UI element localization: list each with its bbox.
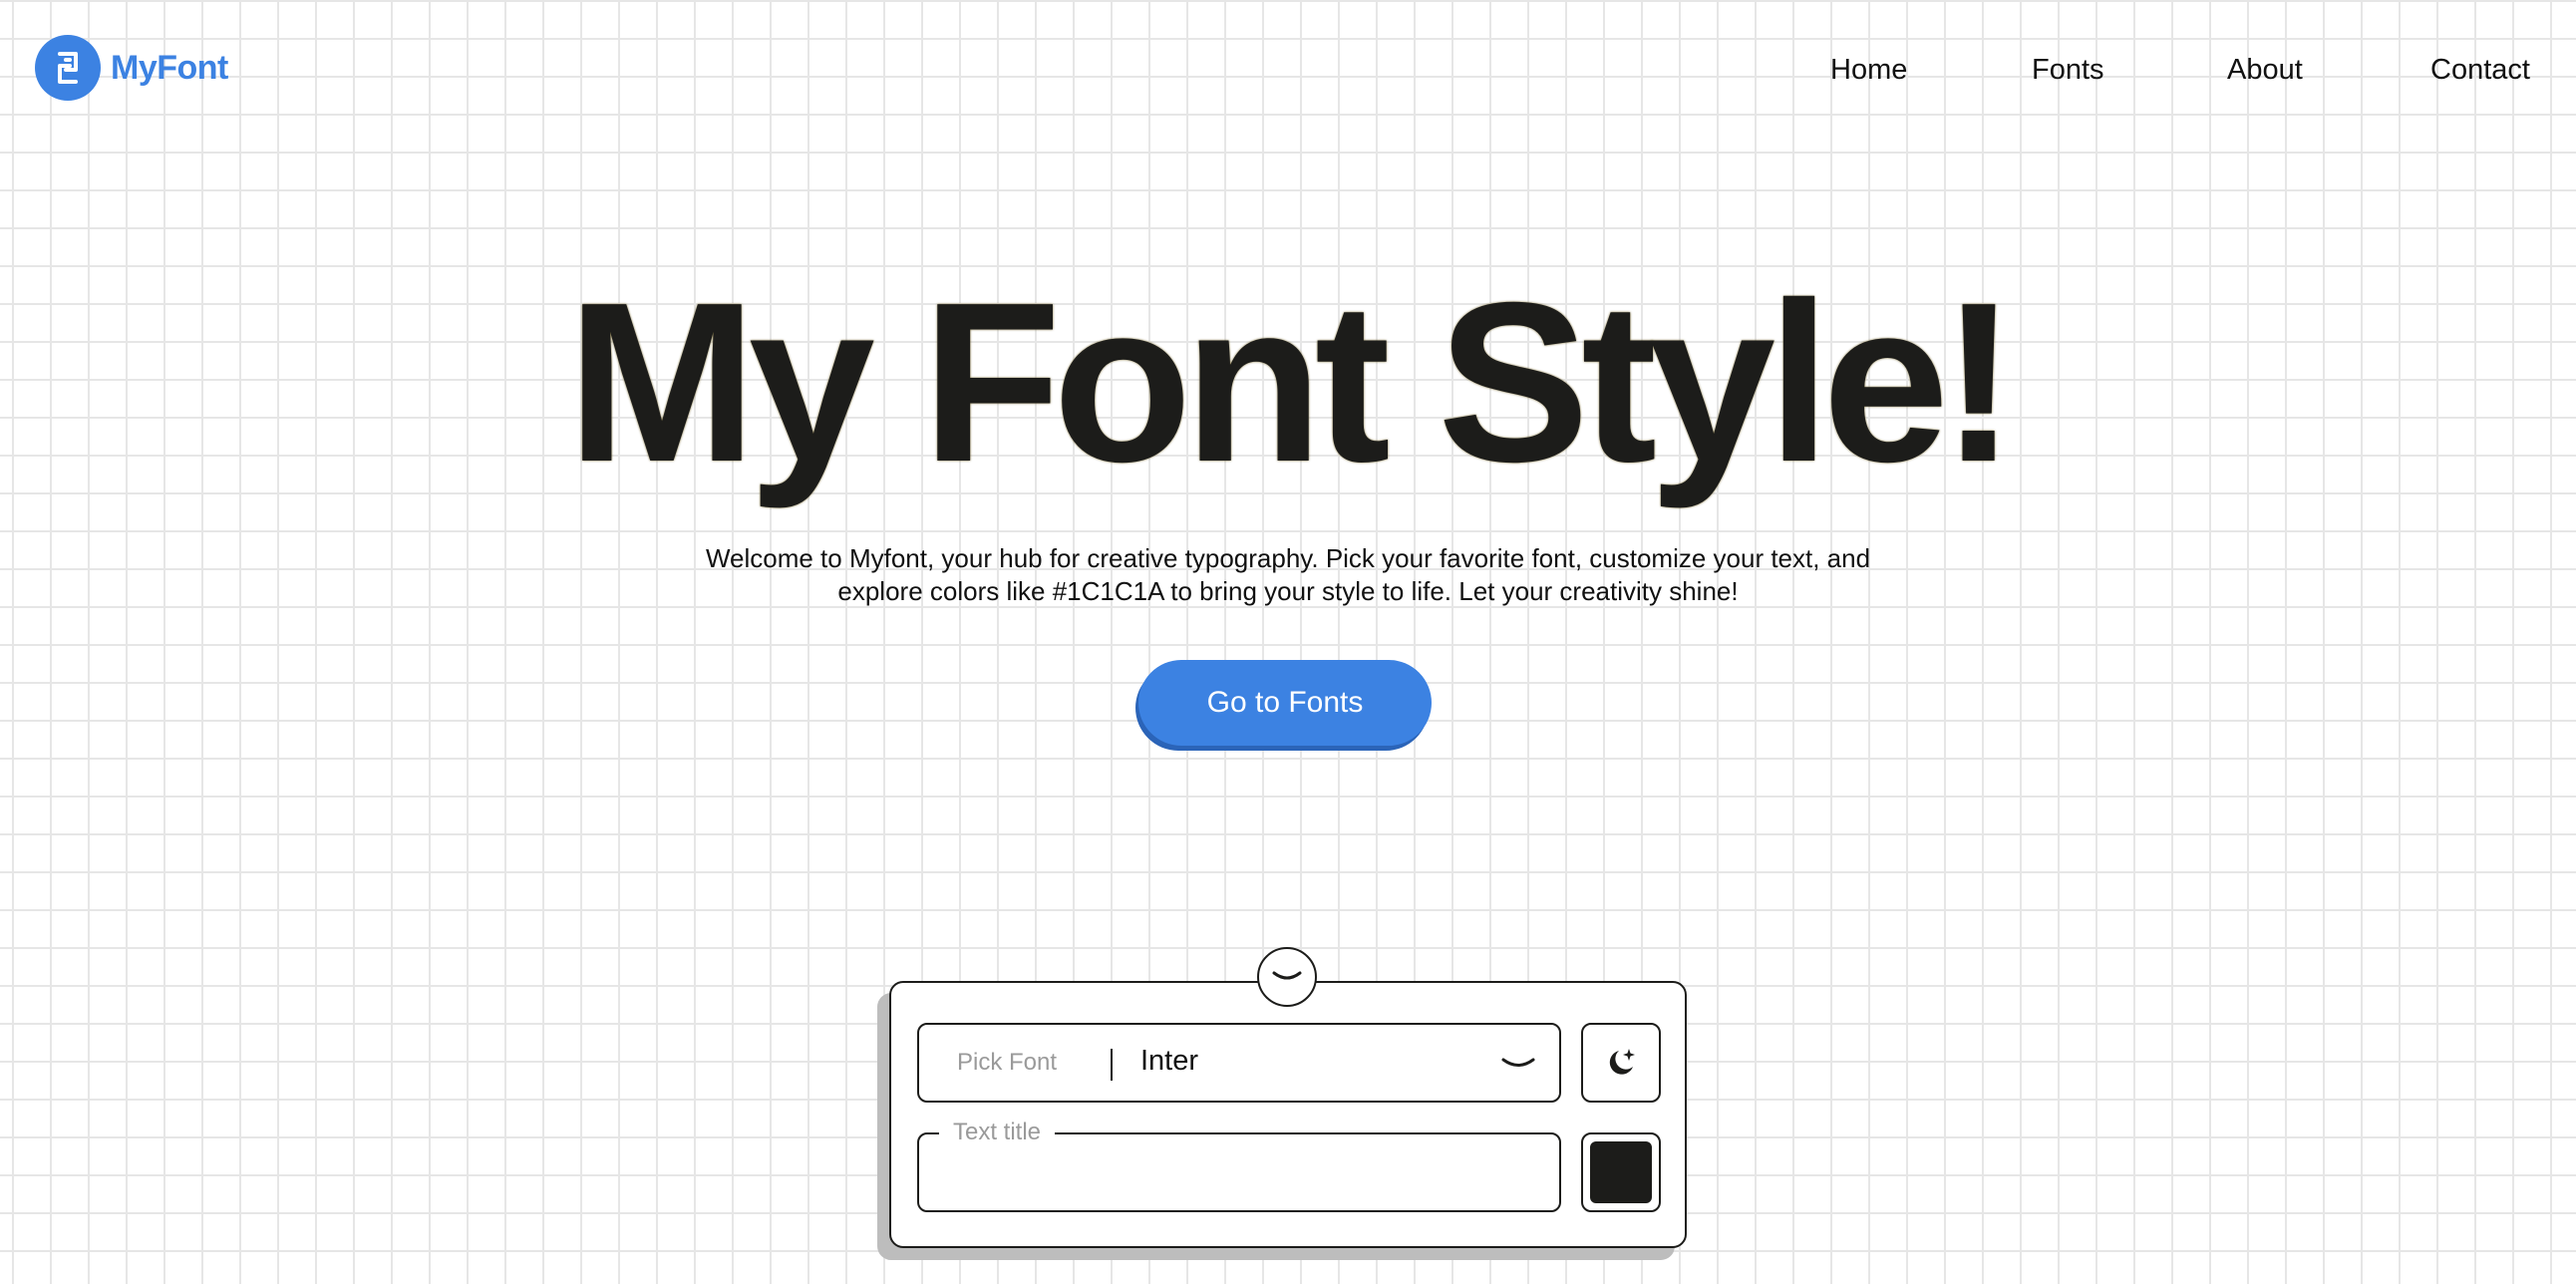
chevron-down-icon — [1272, 971, 1302, 980]
font-select-value: Inter — [1140, 1045, 1199, 1077]
hero-subtitle: Welcome to Myfont, your hub for creative… — [705, 543, 1871, 606]
collapse-panel-button[interactable] — [1257, 947, 1317, 1007]
nav-contact[interactable]: Contact — [2430, 54, 2530, 87]
nav-about[interactable]: About — [2227, 54, 2303, 87]
chevron-down-icon — [1501, 1058, 1535, 1067]
moon-sparkle-icon — [1609, 1049, 1635, 1075]
nav-fonts[interactable]: Fonts — [2032, 54, 2104, 87]
hero-title: My Font Style! — [566, 256, 2017, 509]
font-select[interactable]: Pick Font Inter — [917, 1023, 1561, 1103]
go-to-fonts-button[interactable]: Go to Fonts — [1138, 660, 1432, 746]
color-picker-button[interactable] — [1581, 1132, 1661, 1212]
nav-home[interactable]: Home — [1830, 54, 1907, 87]
text-title-field: Text title — [917, 1119, 1561, 1212]
color-swatch — [1590, 1141, 1652, 1203]
text-title-legend: Text title — [939, 1119, 1056, 1146]
text-title-input[interactable] — [939, 1152, 1537, 1196]
select-divider — [1111, 1049, 1113, 1081]
main-nav: Home Fonts About Contact — [0, 54, 2576, 98]
theme-toggle-button[interactable] — [1581, 1023, 1661, 1103]
font-select-label: Pick Font — [957, 1049, 1058, 1076]
